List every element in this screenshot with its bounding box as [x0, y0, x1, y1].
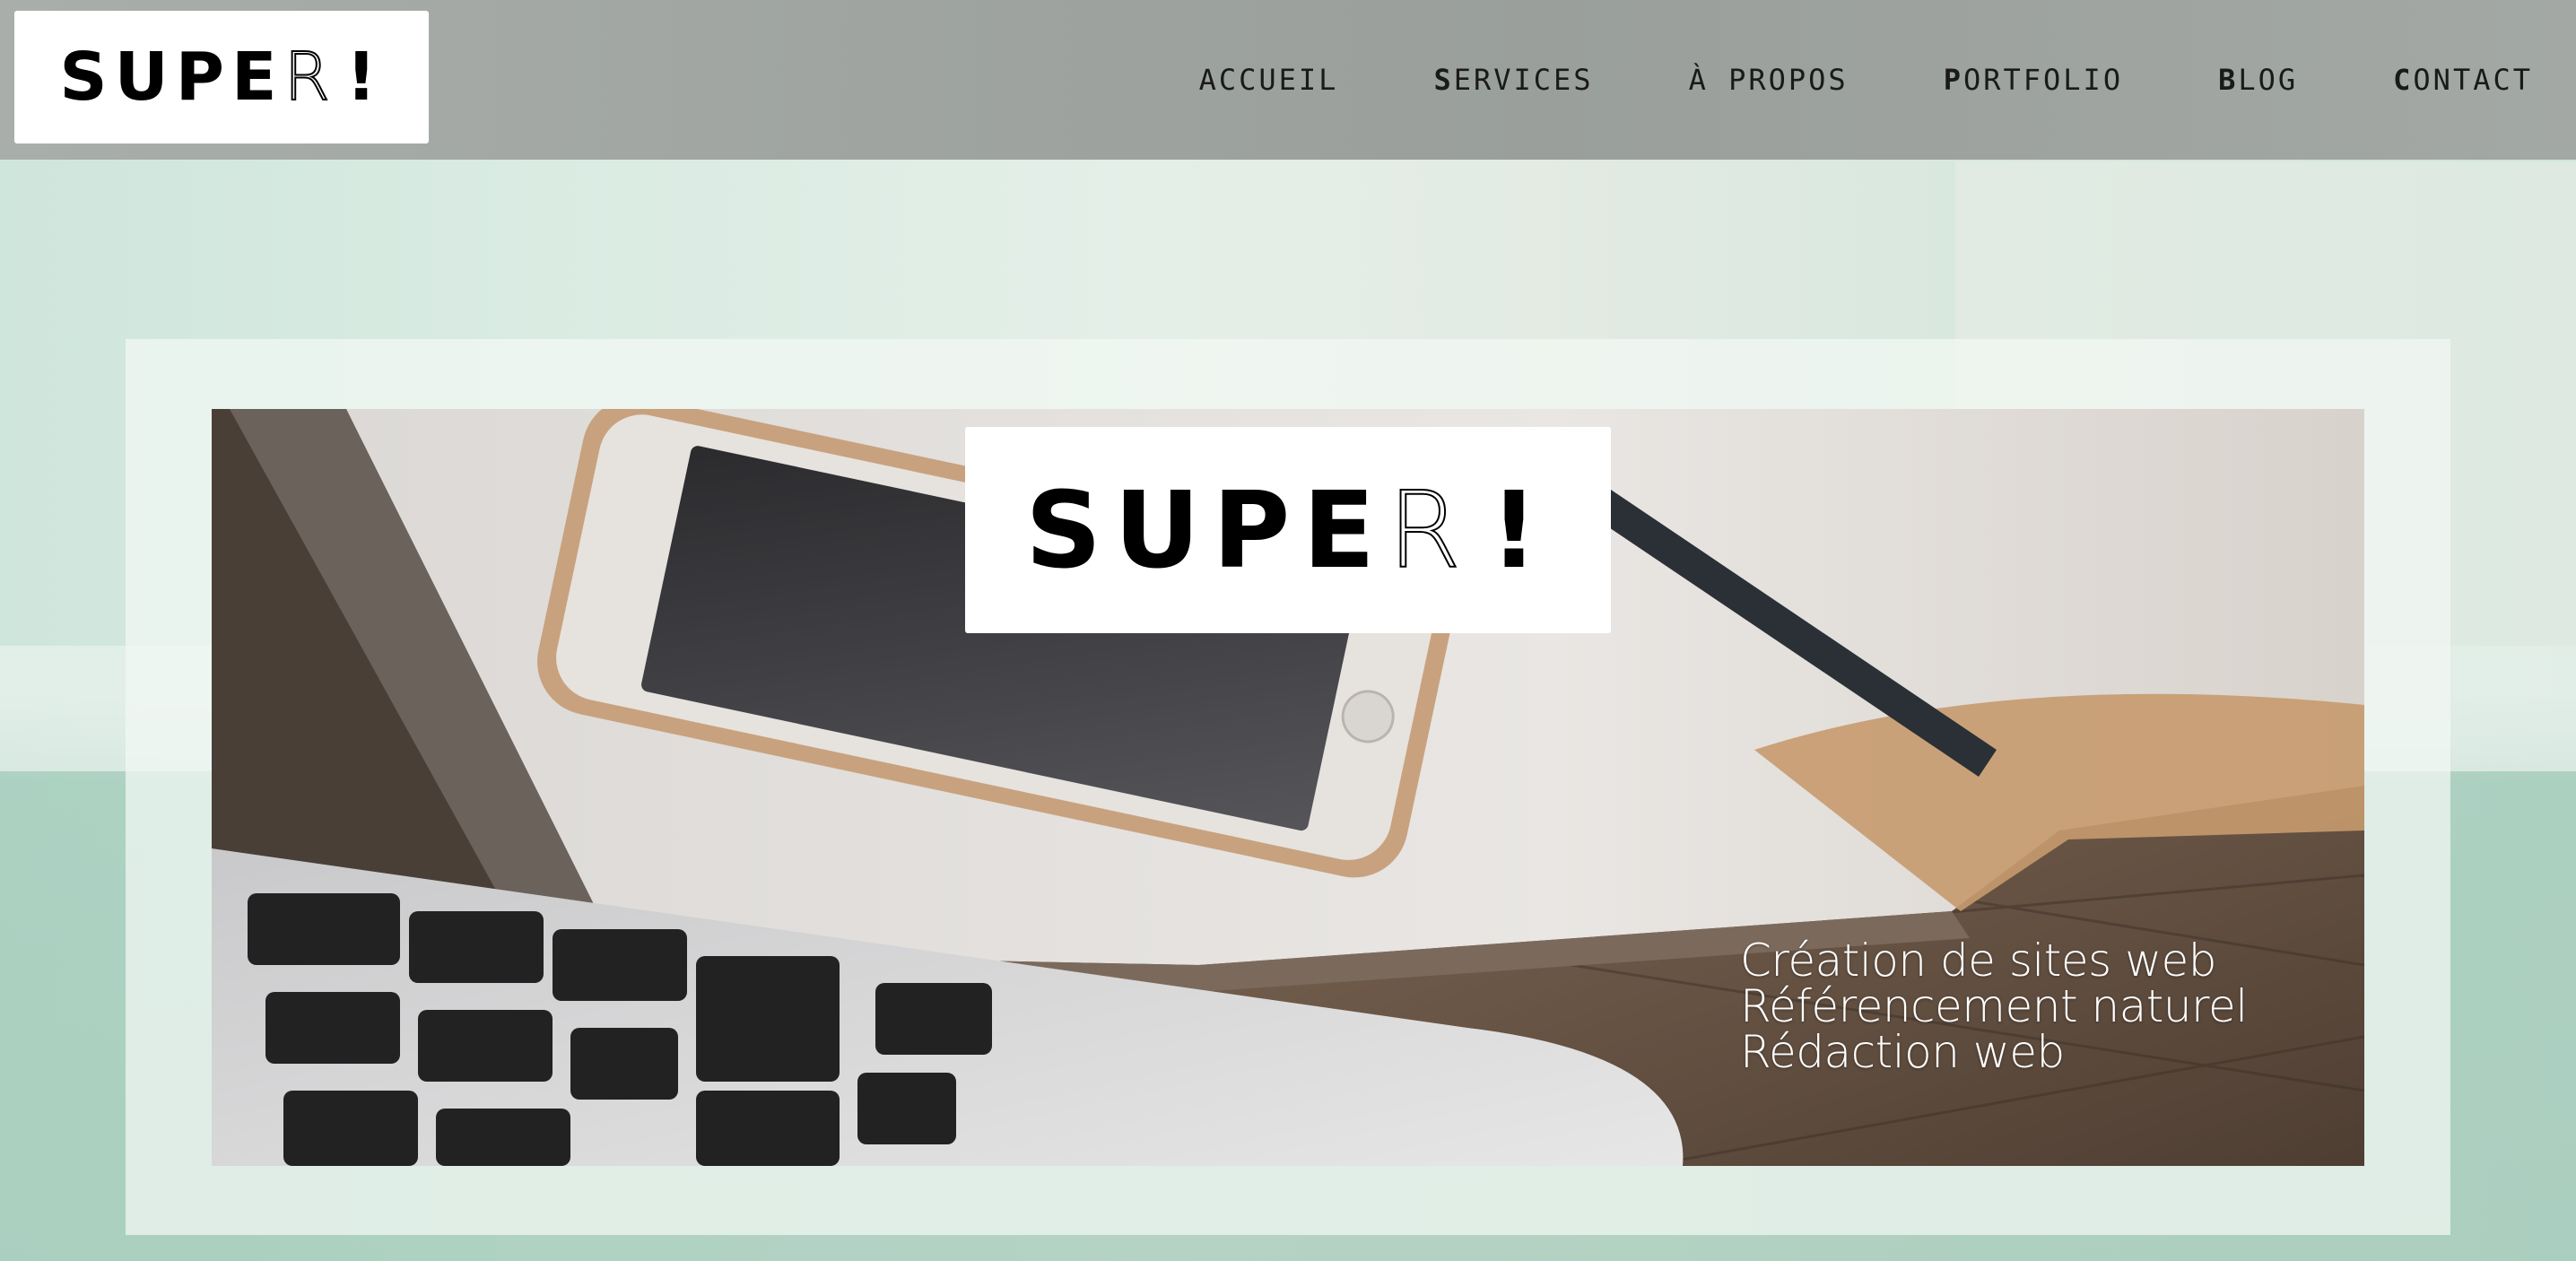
logo-outline-letter: R — [1387, 467, 1475, 593]
nav-item-label: ONTACT — [2413, 63, 2533, 97]
nav-item-label: ERVICES — [1453, 63, 1594, 97]
tagline-redaction: Rédaction web — [1740, 1026, 2065, 1078]
nav-item-initial: S — [1433, 63, 1454, 97]
nav-item-initial: B — [2218, 63, 2239, 97]
nav-item-label: LOG — [2238, 63, 2299, 97]
nav-item-label: CCUEIL — [1218, 63, 1339, 97]
logo-solid-text: SUPE — [1025, 468, 1388, 592]
nav-item-portfolio[interactable]: PORTFOLIO — [1944, 63, 2123, 97]
nav-item-label: ORTFOLIO — [1962, 63, 2124, 97]
logo-solid-text: SUPE — [59, 39, 284, 116]
tagline-referencement: Référencement naturel — [1740, 980, 2248, 1032]
nav-item-initial: C — [2393, 63, 2414, 97]
site-logo-link[interactable]: SUPE R! — [14, 11, 429, 143]
nav-item-blog[interactable]: BLOG — [2218, 63, 2298, 97]
nav-item-contact[interactable]: CONTACT — [2393, 63, 2533, 97]
nav-item-accueil[interactable]: ACCUEIL — [1199, 63, 1339, 97]
nav-item-initial: A — [1198, 63, 1219, 97]
nav-item-services[interactable]: SERVICES — [1433, 63, 1593, 97]
nav-item-label: PROPOS — [1708, 63, 1849, 97]
site-header: SUPE R! ACCUEIL SERVICES À PROPOS PORTFOL… — [0, 0, 2576, 160]
site-logo: SUPE R! — [59, 38, 384, 117]
nav-item-a-propos[interactable]: À PROPOS — [1689, 63, 1849, 97]
tagline-creation: Création de sites web — [1740, 935, 2216, 987]
logo-outline-letter: R — [283, 38, 337, 117]
logo-bang: ! — [345, 39, 384, 116]
hero-logo-card: SUPE R! — [965, 427, 1611, 633]
hero-taglines: Création de sites web Référencement natu… — [1740, 938, 2248, 1075]
logo-bang: ! — [1490, 468, 1551, 592]
nav-item-initial: À — [1688, 63, 1709, 97]
main-nav: ACCUEIL SERVICES À PROPOS PORTFOLIO BLOG… — [1199, 0, 2533, 160]
nav-item-initial: P — [1943, 63, 1963, 97]
hero-logo: SUPE R! — [1025, 467, 1551, 593]
